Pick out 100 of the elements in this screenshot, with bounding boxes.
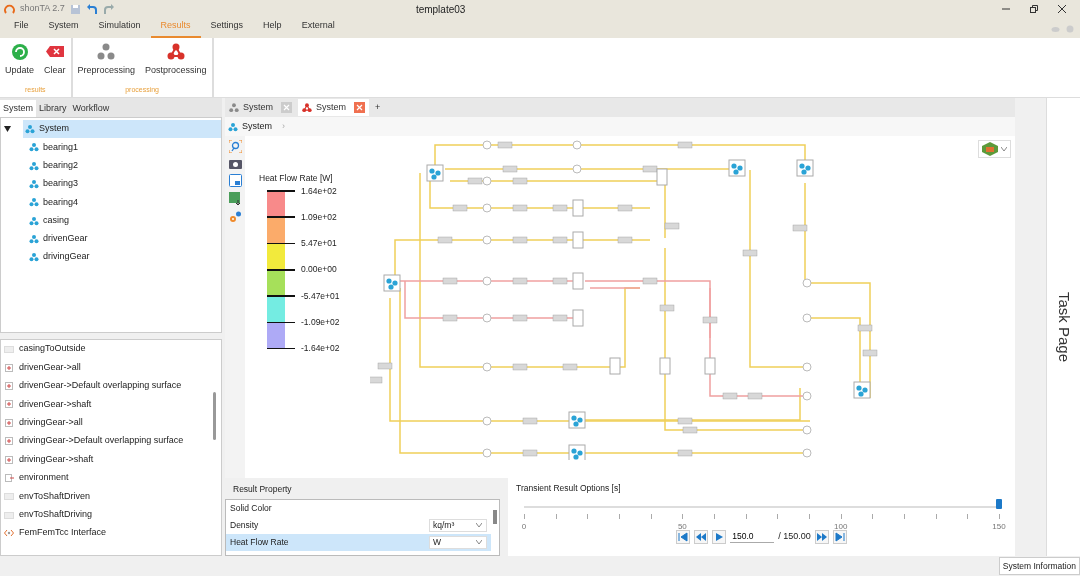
plus-icon [4,417,14,428]
tick-label: 0 [521,520,527,533]
nodes-icon [97,43,116,61]
cloud-icon [1051,25,1060,32]
property-label[interactable]: Density [230,518,259,532]
view-cube-icon[interactable] [982,142,998,156]
last-button[interactable] [832,529,847,544]
unit-dropdown[interactable]: kq/m³ [429,518,487,532]
tree-item[interactable]: bearing3 [43,177,79,191]
slider-track[interactable] [524,497,999,512]
panel-title: Transient Result Options [s] [516,482,622,495]
list-item[interactable]: drivingGear->Default overlapping surface [19,434,184,448]
post-button[interactable]: Postprocessing [142,40,210,85]
list-item[interactable]: drivenGear->Default overlapping surface [19,379,182,393]
redo-icon[interactable] [102,3,115,15]
caret-icon [476,540,482,545]
menu-item[interactable]: Help [253,16,292,38]
spreadsheet-icon[interactable] [228,192,242,205]
window-title: template03 [415,2,466,17]
list-item[interactable]: FemFemTcc Interface [19,526,107,540]
update-button[interactable]: Update [2,40,38,85]
pre-button[interactable]: Preprocessing [74,40,139,85]
nodes-icon [302,102,312,113]
plus-icon [4,362,14,373]
camera-icon[interactable] [228,158,242,169]
legend-label: 5.47e+01 [301,237,337,250]
caret-icon[interactable] [4,126,11,133]
blank-icon [4,344,14,355]
property-label[interactable]: Solid Color [230,501,272,515]
tick-label: 150 [992,520,1006,533]
tree-item[interactable]: casing [43,213,69,228]
time-total: / 150.00 [778,530,811,543]
rewind-button[interactable] [694,529,709,544]
menu-item[interactable]: Simulation [88,16,151,38]
property-label[interactable]: Heat Flow Rate [230,535,289,549]
tree-label: System [39,122,69,136]
list-item[interactable]: drivingGear->shaft [19,452,94,467]
panel-tab[interactable]: System [0,99,36,117]
panel-title: Result Property [232,483,293,496]
panel-tab[interactable]: Workflow [69,99,113,117]
scrollbar-thumb[interactable] [213,392,216,440]
breadcrumb-separator: › [282,119,285,133]
fast-forward-button[interactable] [814,529,829,544]
network-icon [25,124,35,135]
menu-item[interactable]: External [291,16,345,38]
settings-icon[interactable] [228,210,242,223]
list-item[interactable]: environment [19,471,69,485]
list-item[interactable]: drivenGear->all [19,360,81,375]
zoom-fit-icon[interactable] [228,140,242,153]
layout-icon[interactable] [228,174,242,187]
tree-item[interactable]: drivenGear [43,232,88,246]
app-name: shonTA 2.7 [20,2,65,16]
blank-icon [4,491,14,502]
fast-forward-icon [816,531,827,542]
list-item[interactable]: envToShaftDriving [19,507,93,522]
legend-label: -1.09e+02 [301,316,340,329]
tree-item[interactable]: bearing1 [43,140,79,155]
status-text[interactable]: System Information [998,556,1080,576]
list-item[interactable]: drivenGear->shaft [19,397,92,412]
undo-icon[interactable] [85,3,98,15]
legend-label: 1.64e+02 [301,184,337,198]
tick-mark [267,190,295,192]
clear-button[interactable]: Clear [41,40,69,85]
document-tab[interactable]: System [298,98,370,117]
legend-label: 0.00e+00 [301,263,337,277]
legend-label: -5.47e+01 [301,289,340,303]
time-field[interactable]: 150.0 [730,530,775,544]
list-item[interactable]: drivingGear->all [19,416,83,430]
menu-item[interactable]: Settings [200,16,254,38]
tree-item[interactable]: drivingGear [43,250,90,264]
network-icon [29,252,39,263]
nodes-icon [229,102,239,113]
network-icon [29,215,39,226]
list-item[interactable]: casingToOutside [19,342,86,356]
task-page-label[interactable]: Task Page [1052,291,1075,362]
tree-item[interactable]: bearing4 [43,195,79,210]
restore-icon[interactable] [1030,5,1038,13]
unit-dropdown[interactable]: W [429,535,487,549]
legend-label: 1.09e+02 [301,210,337,224]
refresh-icon [10,43,29,61]
panel-tab[interactable]: Library [36,99,70,117]
list-item[interactable]: envToShaftDriven [19,489,91,504]
network-icon [29,160,39,171]
play-button[interactable] [712,529,727,544]
tree-item[interactable]: bearing2 [43,159,79,173]
plus-icon [4,454,14,465]
menu-item[interactable]: System [38,16,89,38]
first-icon [678,531,689,542]
menu-item[interactable]: File [4,16,39,38]
rewind-icon [696,531,707,542]
close-icon[interactable] [1058,5,1066,13]
plus-icon [4,436,14,447]
blank-icon [4,509,14,520]
scrollbar-thumb[interactable] [493,509,497,524]
minimize-icon[interactable] [1002,5,1010,13]
nodes-icon [166,43,185,61]
first-button[interactable] [676,529,691,544]
breadcrumb-item[interactable]: System [242,119,272,134]
slider-thumb[interactable] [996,498,1002,509]
tree-item[interactable]: System [23,120,221,139]
